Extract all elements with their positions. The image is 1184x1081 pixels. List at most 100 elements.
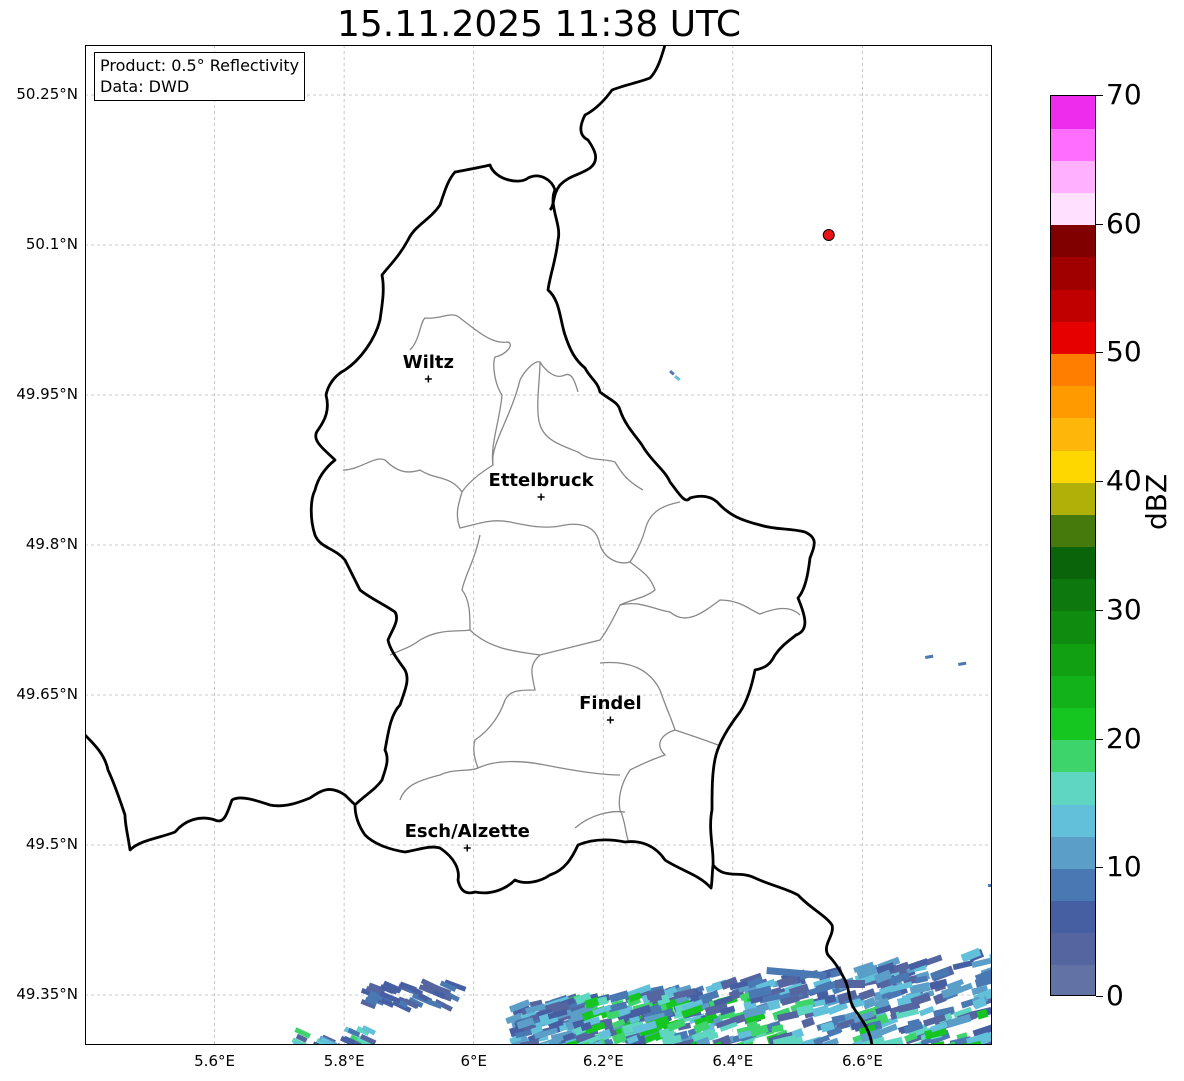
colorbar-segment: [1051, 224, 1095, 258]
colorbar-segment: [1051, 643, 1095, 676]
radar-echo-cell: [991, 1001, 992, 1016]
colorbar-segment: [1051, 192, 1095, 226]
data-source-label: Data: DWD: [100, 77, 190, 96]
colorbar-segment: [1051, 385, 1095, 419]
canton-border-mersch: [389, 534, 481, 656]
colorbar-segment: [1051, 546, 1095, 580]
canton-borders: [342, 314, 801, 841]
radar-echo-cell: [990, 979, 992, 993]
radar-echo-cell: [991, 948, 992, 960]
colorbar-segment: [1051, 739, 1095, 773]
colorbar-segment: [1051, 578, 1095, 612]
colorbar-unit-label: dBZ: [1140, 473, 1173, 530]
colorbar-segment: [1051, 353, 1095, 387]
colorbar-segment: [1051, 932, 1095, 966]
radar-echo-cell: [883, 1036, 904, 1045]
colorbar-tick: [1096, 867, 1103, 869]
colorbar-segment: [1051, 96, 1095, 129]
city-marker: [424, 375, 432, 383]
canton-border-luxembourg: [399, 654, 541, 801]
colorbar-tick: [1096, 738, 1103, 740]
colorbar-segment: [1051, 868, 1095, 902]
product-label: Product: 0.5° Reflectivity: [100, 56, 300, 75]
lon-tick-label: 5.8°E: [323, 1052, 365, 1070]
lat-tick-label: 49.5°N: [25, 835, 78, 853]
lon-tick-label: 5.6°E: [194, 1052, 235, 1070]
radar-echo-cell: [990, 999, 992, 1008]
colorbar-segment: [1051, 482, 1095, 515]
canton-border-echternach: [619, 599, 801, 619]
city-label: Wiltz: [402, 352, 454, 373]
radar-echo-cell: [904, 1043, 919, 1045]
colorbar-segment: [1051, 610, 1095, 644]
lat-tick-label: 50.25°N: [16, 85, 78, 103]
lon-tick-label: 6°E: [460, 1052, 487, 1070]
radar-echo-cell: [426, 998, 443, 1009]
lat-tick-label: 49.8°N: [25, 535, 78, 553]
colorbar-tick-label: 40: [1106, 464, 1142, 498]
germany-border-north: [548, 45, 667, 211]
city-label: Ettelbruck: [488, 470, 594, 491]
radar-echo-cell: [835, 980, 865, 988]
colorbar-segment: [1051, 964, 1095, 995]
colorbar-segment: [1051, 803, 1095, 837]
colorbar-tick: [1096, 996, 1103, 997]
colorbar-segment: [1051, 321, 1095, 355]
canton-border-east: [644, 501, 719, 746]
luxembourg-border: [309, 163, 816, 895]
info-box: Product: 0.5° Reflectivity Data: DWD: [94, 52, 306, 101]
radar-echo-cell: [989, 950, 992, 961]
canton-border-remich: [599, 661, 676, 841]
canton-border-north: [342, 314, 511, 494]
lat-tick-label: 49.65°N: [16, 685, 78, 703]
radar-echo-cell: [918, 1005, 935, 1017]
colorbar-tick: [1096, 223, 1103, 225]
radar-echoes: [291, 369, 992, 1045]
colorbar-segment: [1051, 707, 1095, 741]
colorbar-segment: [1051, 900, 1095, 934]
colorbar-tick: [1096, 481, 1103, 483]
colorbar-segment: [1051, 675, 1095, 708]
colorbar-segment: [1051, 289, 1095, 322]
colorbar-segment: [1051, 449, 1095, 483]
colorbar-tick-label: 30: [1106, 592, 1142, 626]
canton-border-diekirch: [456, 491, 646, 564]
colorbar-tick: [1096, 95, 1103, 96]
radar-echo-cell: [674, 374, 681, 382]
radar-echo-cell: [669, 369, 675, 376]
colorbar-segment: [1051, 417, 1095, 451]
colorbar-tick: [1096, 609, 1103, 611]
colorbar-tick: [1096, 352, 1103, 354]
colorbar-segment: [1051, 128, 1095, 161]
colorbar-segment: [1051, 160, 1095, 194]
lat-tick-label: 50.1°N: [25, 235, 78, 253]
colorbar: [1050, 95, 1096, 996]
city-marker: [537, 493, 545, 501]
colorbar-tick-label: 10: [1106, 850, 1142, 884]
canton-border-wiltz-clervaux: [492, 361, 579, 466]
radar-echo-cell: [925, 654, 934, 659]
colorbar-segment: [1051, 256, 1095, 290]
colorbar-segment: [1051, 771, 1095, 805]
lon-tick-label: 6.6°E: [842, 1052, 883, 1070]
colorbar-segment: [1051, 836, 1095, 869]
city-marker: [463, 844, 471, 852]
radar-map: [85, 45, 992, 1045]
radar-echo-cell: [801, 1016, 816, 1029]
radar-echo-cell: [957, 661, 967, 666]
lat-tick-label: 49.35°N: [16, 985, 78, 1003]
colorbar-tick-label: 0: [1106, 979, 1124, 1012]
city-marker: [606, 716, 614, 724]
france-belgium-border: [85, 734, 357, 852]
city-label: Findel: [579, 693, 642, 714]
radar-site-marker: [822, 229, 835, 241]
colorbar-tick-label: 60: [1106, 206, 1142, 240]
lon-tick-label: 6.4°E: [712, 1052, 754, 1070]
radar-echo-cell: [988, 884, 992, 887]
city-markers: [424, 375, 614, 852]
colorbar-segment: [1051, 514, 1095, 548]
city-label: Esch/Alzette: [404, 821, 530, 842]
colorbar-tick-label: 50: [1106, 335, 1142, 369]
canton-border-grevenmacher: [469, 561, 656, 656]
lon-tick-label: 6.2°E: [582, 1052, 624, 1070]
